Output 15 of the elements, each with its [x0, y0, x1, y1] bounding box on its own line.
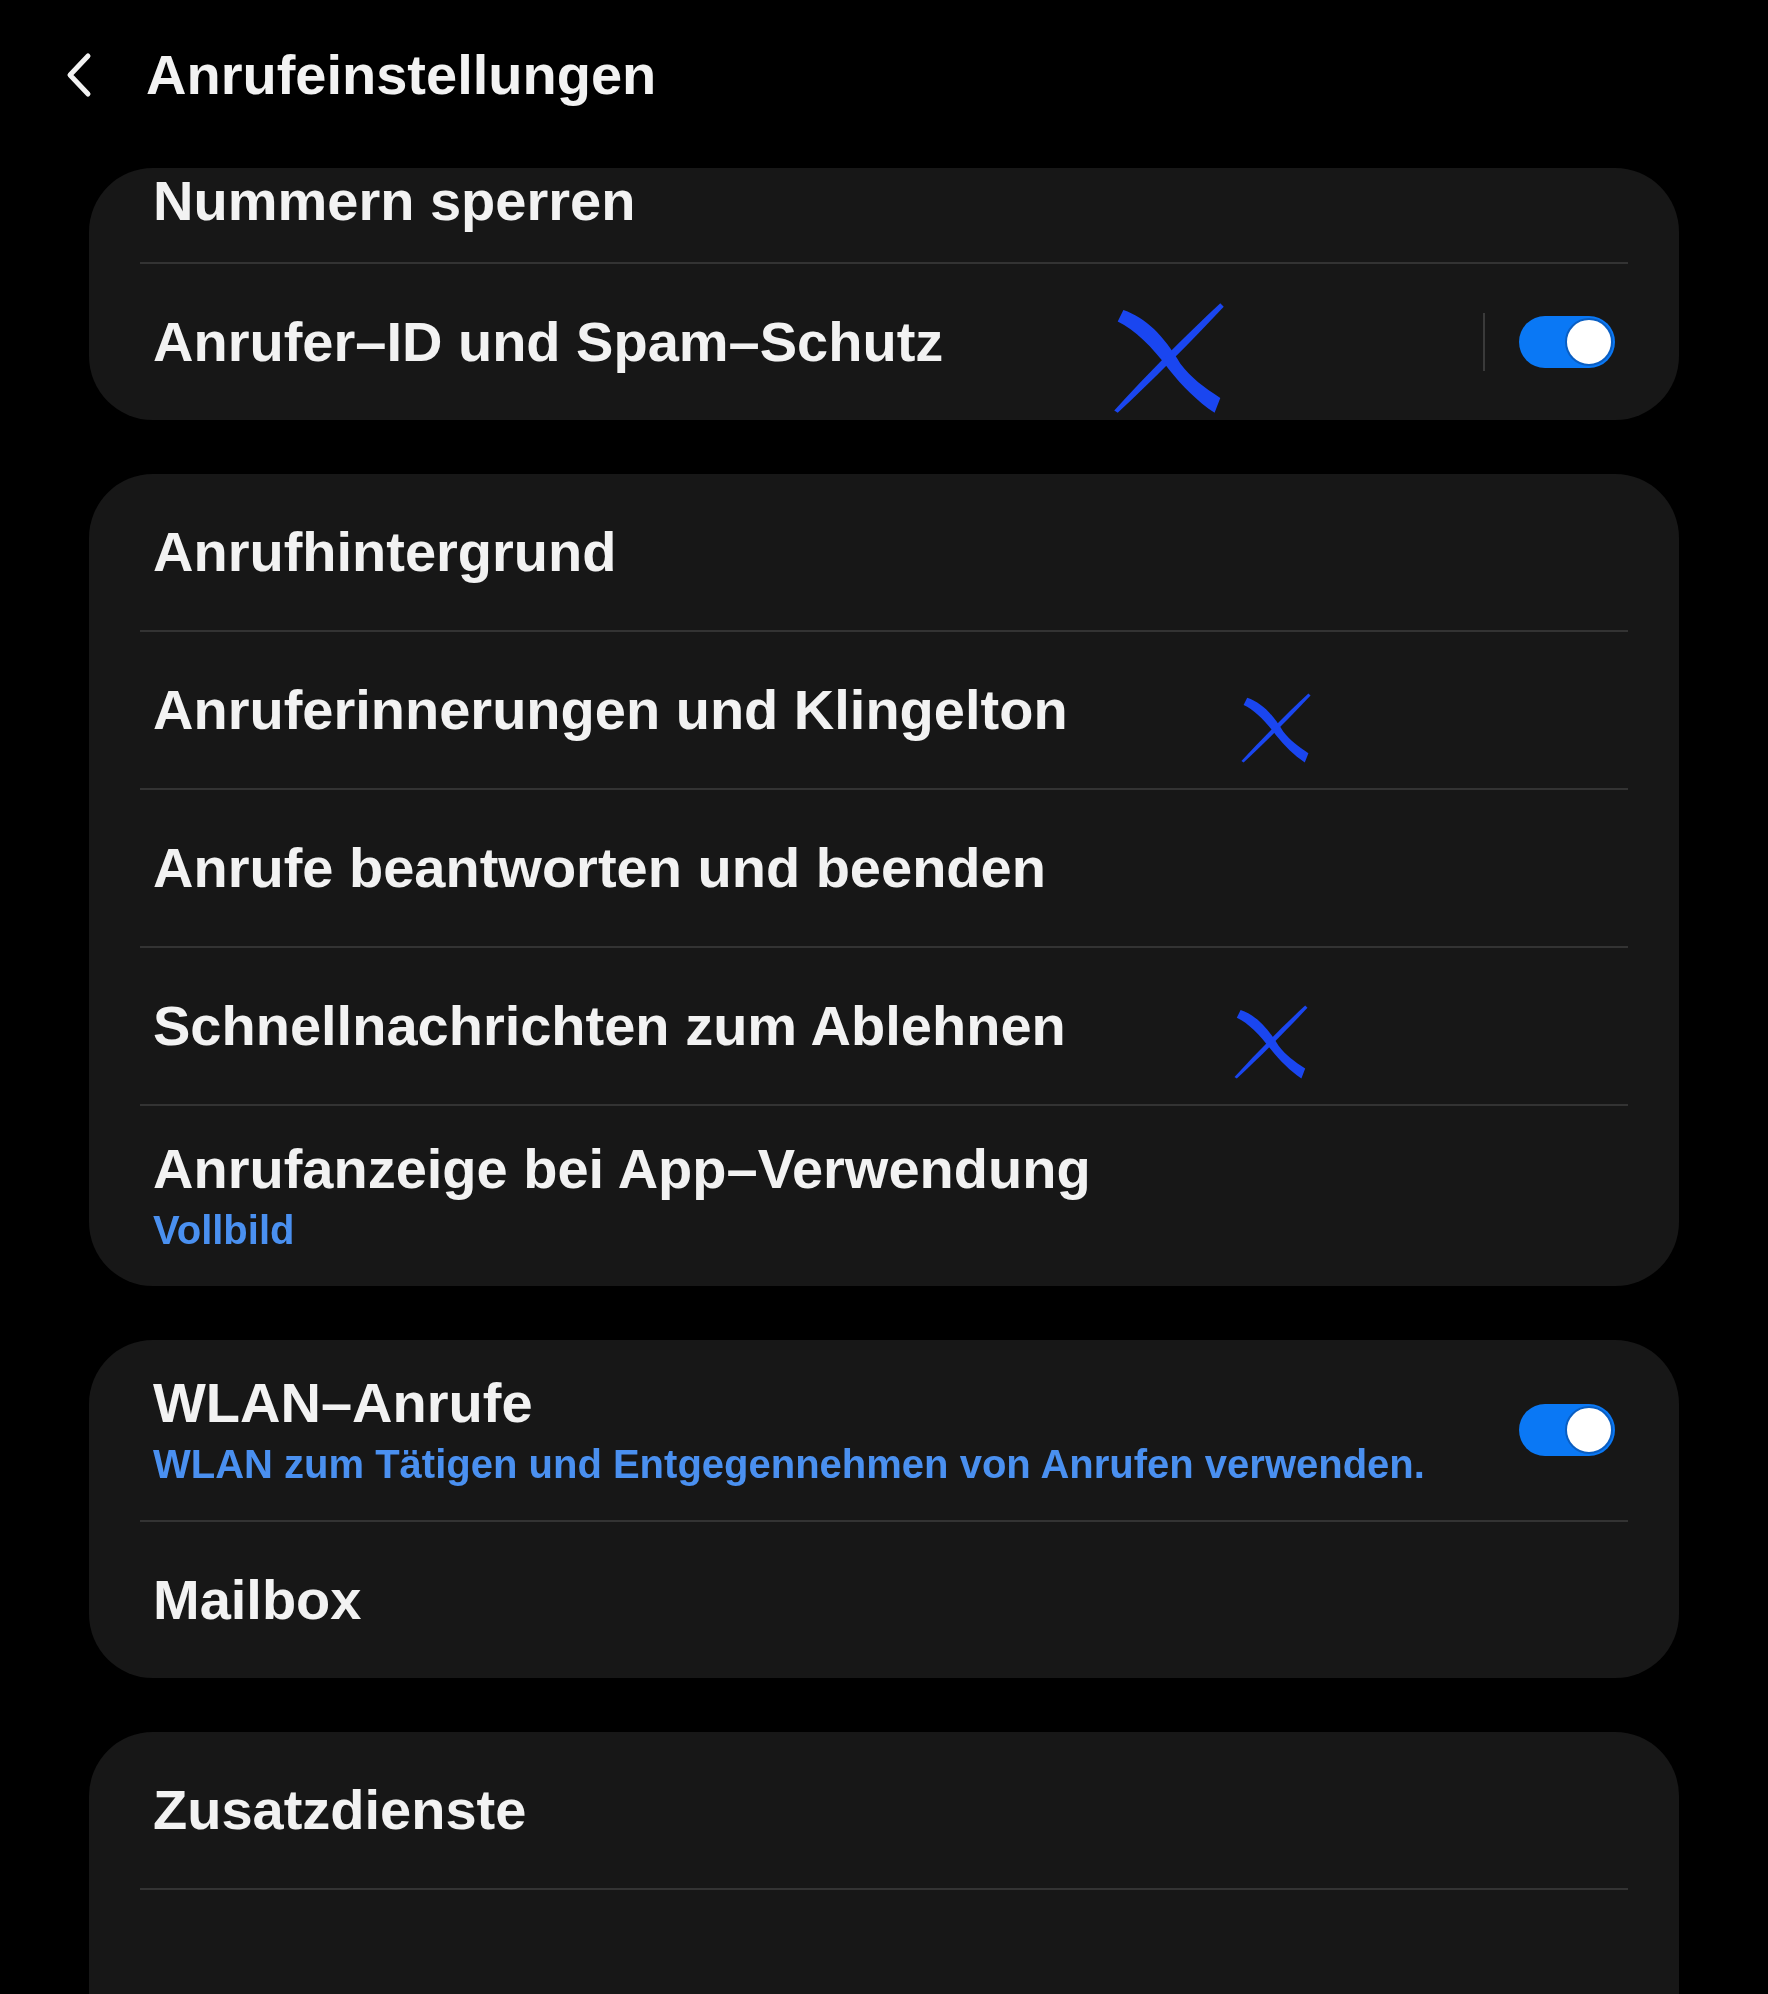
page-title: Anrufeinstellungen: [146, 42, 657, 108]
setting-summary: Vollbild: [153, 1207, 296, 1254]
toggle-switch[interactable]: [1519, 1404, 1615, 1456]
setting-title[interactable]: Mailbox: [153, 1569, 362, 1631]
setting-title[interactable]: Anrufer–ID und Spam–Schutz: [153, 311, 944, 373]
setting-title[interactable]: Nummern sperren: [153, 170, 636, 232]
setting-summary: WLAN zum Tätigen und Entgegennehmen von Anrufen verwenden.: [153, 1441, 1425, 1488]
setting-title[interactable]: Anrufhintergrund: [153, 521, 617, 583]
setting-title[interactable]: Anruferinnerungen und Klingelton: [153, 679, 1068, 741]
setting-title[interactable]: Zusatzdienste: [153, 1779, 527, 1841]
setting-title[interactable]: Anrufanzeige bei App–Verwendung: [153, 1138, 1091, 1200]
toggle-switch[interactable]: [1519, 316, 1615, 368]
setting-title[interactable]: WLAN–Anrufe: [153, 1372, 1425, 1434]
setting-title[interactable]: Schnellnachrichten zum Ablehnen: [153, 995, 1066, 1057]
setting-title[interactable]: Anrufe beantworten und beenden: [153, 837, 1046, 899]
